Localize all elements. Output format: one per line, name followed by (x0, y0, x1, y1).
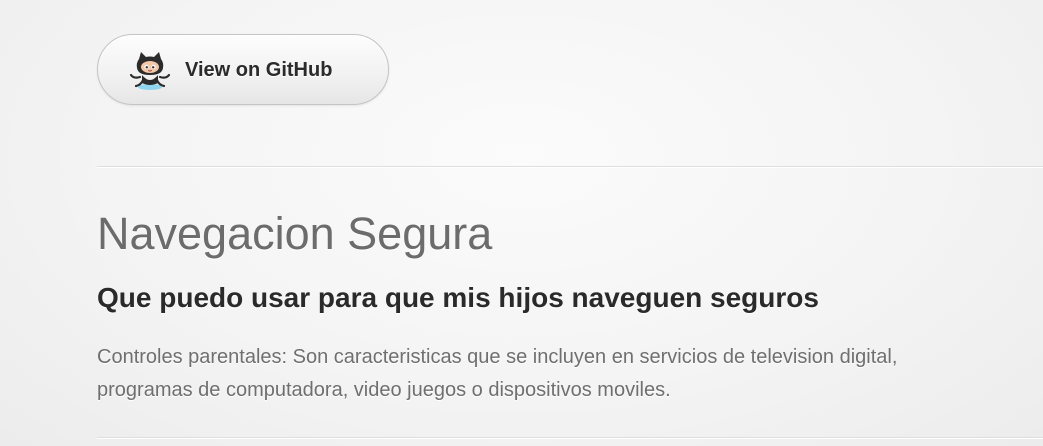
page-title: Navegacion Segura (97, 208, 493, 259)
section-divider-top (97, 166, 1043, 168)
octocat-icon (129, 52, 171, 90)
github-button-label: View on GitHub (185, 59, 333, 81)
view-on-github-button[interactable]: View on GitHub (97, 34, 389, 105)
page-subtitle: Que puedo usar para que mis hijos navegu… (97, 282, 819, 313)
section-divider-bottom (97, 437, 1043, 439)
page-paragraph: Controles parentales: Son caracteristica… (97, 346, 898, 401)
